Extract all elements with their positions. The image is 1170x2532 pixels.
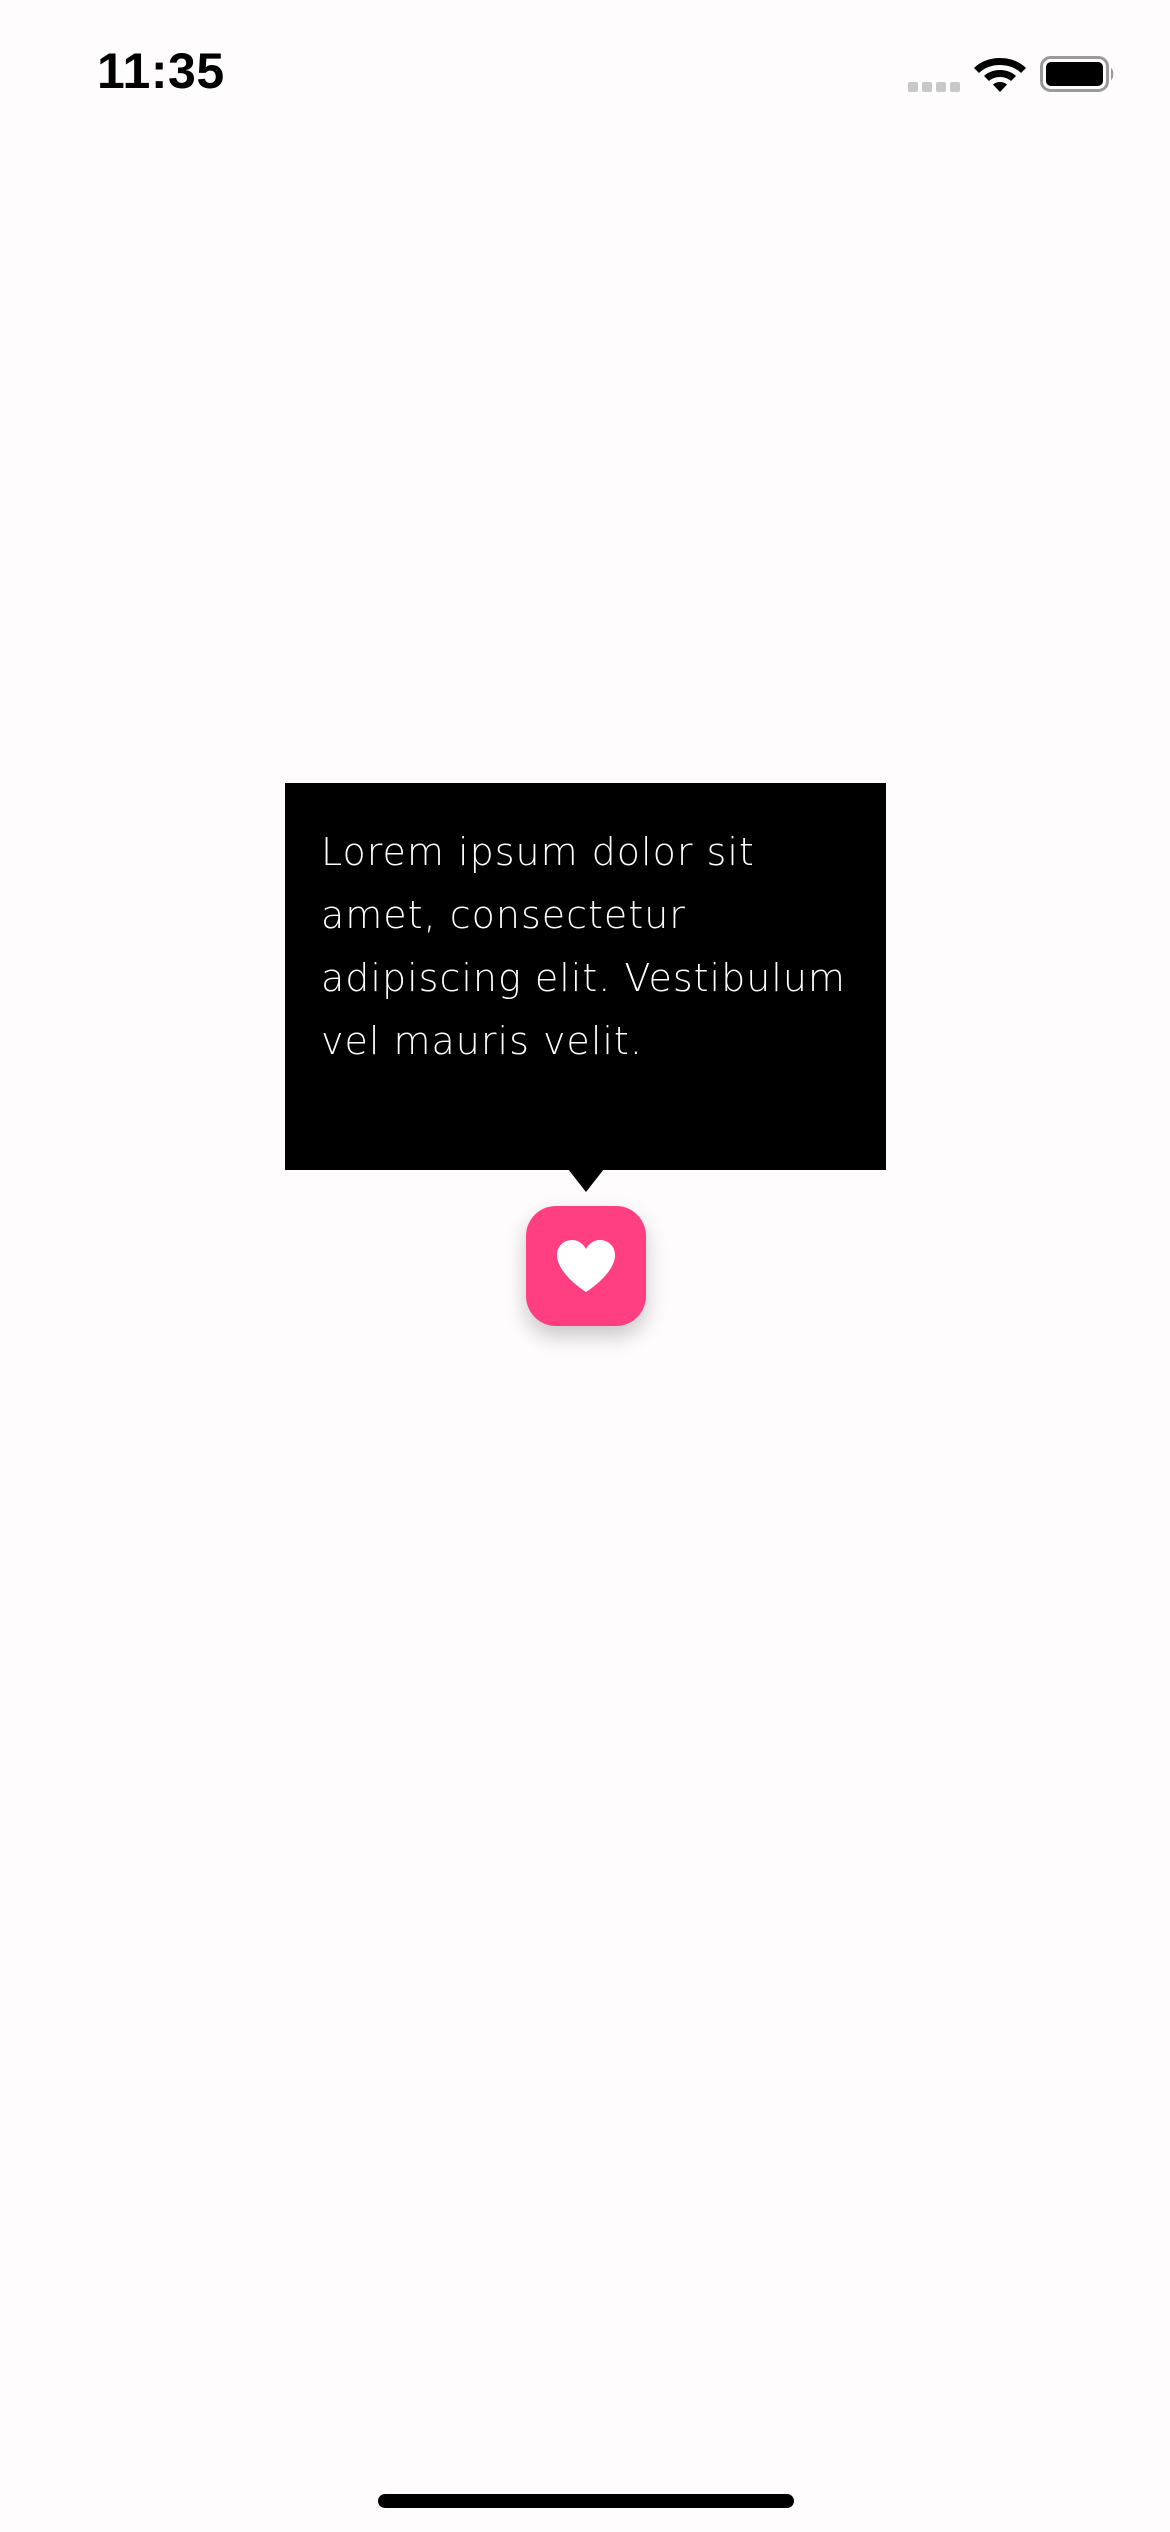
tooltip-arrow (568, 1169, 604, 1192)
status-bar: 11:35 (0, 0, 1170, 140)
cellular-signal-icon (908, 82, 960, 92)
wifi-icon (974, 58, 1026, 92)
favorite-button[interactable] (526, 1206, 646, 1326)
tooltip-text: Lorem ipsum dolor sit amet, consectetur … (321, 830, 846, 1063)
heart-icon (557, 1240, 615, 1292)
tooltip: Lorem ipsum dolor sit amet, consectetur … (285, 783, 886, 1170)
battery-icon (1040, 56, 1114, 92)
status-time: 11:35 (97, 43, 225, 99)
app-screen: 11:35 Lorem ipsum dolor sit amet, consec… (0, 0, 1170, 2532)
home-indicator[interactable] (378, 2494, 794, 2508)
